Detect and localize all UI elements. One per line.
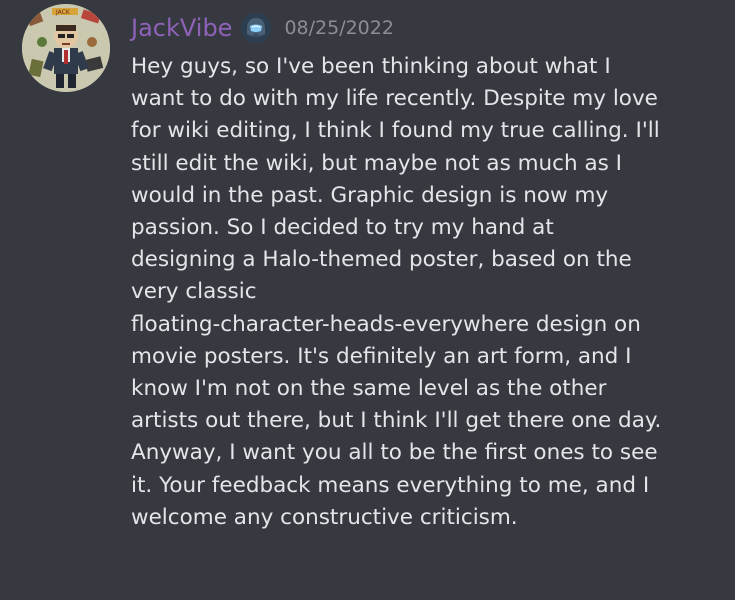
message-line: know I'm not on the same level as the ot… [131, 376, 607, 402]
message-line: still edit the wiki, but maybe not as mu… [131, 150, 623, 176]
message-line: floating-character-heads-everywhere desi… [131, 311, 641, 337]
message-line: movie posters. It's definitely an art fo… [131, 343, 632, 369]
message-content: Hey guys, so I've been thinking about wh… [131, 51, 726, 534]
message-line: artists out there, but I think I'll get … [131, 408, 662, 434]
timestamp: 08/25/2022 [284, 17, 394, 39]
message-line: very classic [131, 279, 257, 305]
user-avatar[interactable]: JACK [22, 4, 110, 92]
message-line: it. Your feedback means everything to me… [131, 472, 650, 498]
message-line: passion. So I decided to try my hand at [131, 215, 554, 241]
message-line: for wiki editing, I think I found my tru… [131, 118, 660, 144]
message-line: welcome any constructive criticism. [131, 504, 518, 530]
message-line: designing a Halo-themed poster, based on… [131, 247, 632, 273]
chat-message: JACK JackVibe 08/25/2022 Hey guys, so I'… [0, 0, 735, 600]
message-line: want to do with my life recently. Despit… [131, 86, 658, 112]
message-line: would in the past. Graphic design is now… [131, 182, 609, 208]
helmet-badge-icon[interactable] [240, 12, 272, 44]
message-line: Anyway, I want you all to be the first o… [131, 440, 658, 466]
svg-text:JACK: JACK [55, 9, 71, 16]
message-header: JackVibe 08/25/2022 [131, 8, 394, 48]
message-line: Hey guys, so I've been thinking about wh… [131, 54, 611, 79]
username[interactable]: JackVibe [131, 14, 232, 42]
